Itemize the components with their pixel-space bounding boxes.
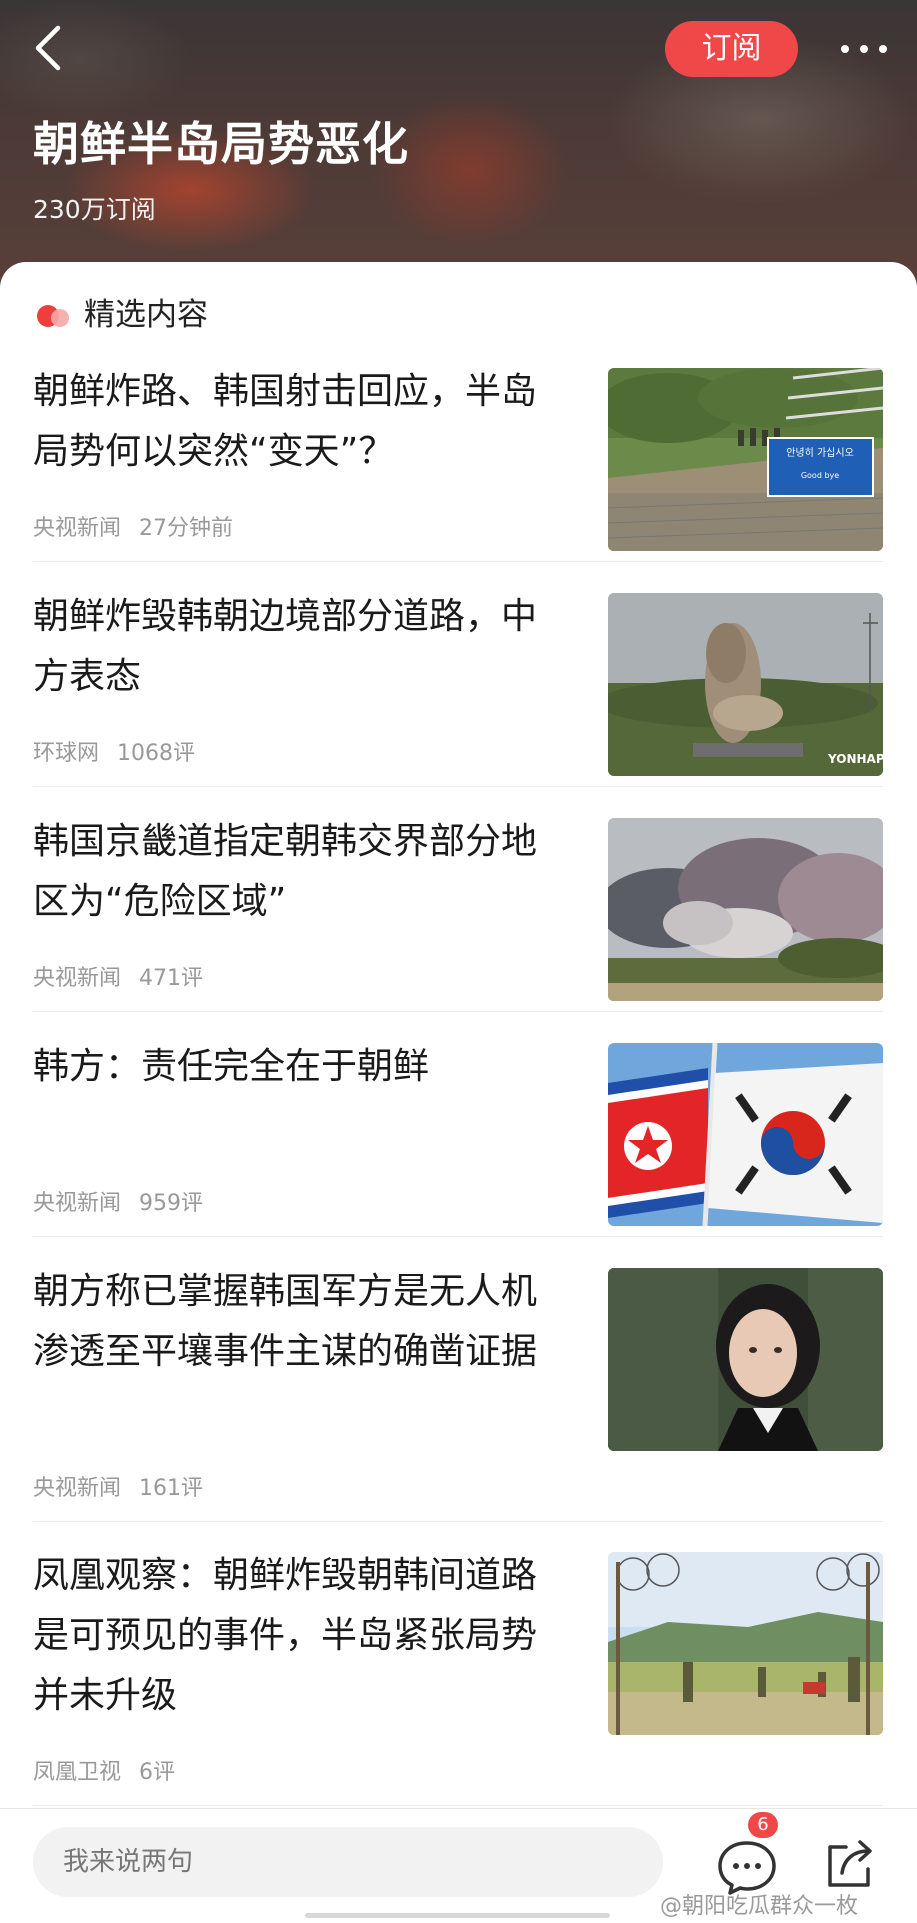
divider [33,561,883,562]
news-title[interactable]: 朝方称已掌握韩国军方是无人机渗透至平壤事件主谋的确凿证据 [33,1262,563,1382]
topic-header: 订阅 朝鲜半岛局势恶化 230万订阅 [0,0,917,300]
divider [33,1011,883,1012]
news-time: 27分钟前 [139,516,234,541]
news-comments: 1068评 [117,741,196,766]
news-comments: 471评 [139,966,204,991]
news-thumbnail[interactable]: YONHAP [608,593,883,776]
news-meta: 央视新闻 161评 [33,1470,203,1502]
home-indicator [305,1913,610,1918]
news-comments: 6评 [139,1760,176,1785]
news-source: 央视新闻 [33,1191,122,1216]
divider [33,786,883,787]
news-item[interactable]: 韩国京畿道指定朝韩交界部分地区为“危险区域” 央视新闻 471评 [0,812,917,1017]
yonhap-text: YONHAP [827,752,883,766]
divider [33,1236,883,1237]
news-title[interactable]: 凤凰观察：朝鲜炸毁朝韩间道路是可预见的事件，半岛紧张局势并未升级 [33,1546,563,1726]
watermark: @朝阳吃瓜群众一枚 [660,1894,859,1919]
news-source: 环球网 [33,741,100,766]
news-comments: 959评 [139,1191,204,1216]
sign-text: 안녕히 가십시오 [786,447,854,459]
chevron-left-icon [35,25,61,71]
border-soldiers-image [608,1552,883,1735]
news-source: 凤凰卫视 [33,1760,122,1785]
news-title[interactable]: 韩国京畿道指定朝韩交界部分地区为“危险区域” [33,812,563,932]
smoke-explosion-image [608,818,883,1001]
border-road-image: 안녕히 가십시오 Good bye [608,368,883,551]
more-button[interactable] [833,24,895,74]
share-icon [828,1840,872,1887]
news-item[interactable]: 朝方称已掌握韩国军方是无人机渗透至平壤事件主谋的确凿证据 央视新闻 161评 [0,1262,917,1527]
comment-input[interactable] [33,1827,663,1897]
content-card: 精选内容 朝鲜炸路、韩国射击回应，半岛局势何以突然“变天”？ 央视新闻 27分钟前 [0,262,917,1922]
news-item[interactable]: 凤凰观察：朝鲜炸毁朝韩间道路是可预见的事件，半岛紧张局势并未升级 凤凰卫视 6评 [0,1546,917,1811]
subscriber-count: 230万订阅 [33,195,156,224]
news-meta: 央视新闻 959评 [33,1185,203,1217]
news-meta: 央视新闻 471评 [33,960,203,992]
news-thumbnail[interactable] [608,1552,883,1735]
news-thumbnail[interactable] [608,1043,883,1226]
news-title[interactable]: 朝鲜炸毁韩朝边境部分道路，中方表态 [33,587,563,707]
divider [33,1805,883,1806]
news-thumbnail[interactable]: 안녕히 가십시오 Good bye [608,368,883,551]
news-meta: 央视新闻 27分钟前 [33,510,233,542]
back-button[interactable] [22,20,78,76]
news-source: 央视新闻 [33,516,122,541]
news-item[interactable]: 朝鲜炸毁韩朝边境部分道路，中方表态 环球网 1068评 YONHAP [0,587,917,792]
flags-image [608,1043,883,1226]
news-title[interactable]: 朝鲜炸路、韩国射击回应，半岛局势何以突然“变天”？ [33,362,563,482]
news-thumbnail[interactable] [608,1268,883,1451]
more-horizontal-icon [841,45,887,53]
road-explosion-image: YONHAP [608,593,883,776]
comment-count-badge: 6 [748,1812,778,1838]
featured-dots-icon [37,305,69,327]
portrait-image [608,1268,883,1451]
news-item[interactable]: 朝鲜炸路、韩国射击回应，半岛局势何以突然“变天”？ 央视新闻 27分钟前 안녕히… [0,362,917,567]
news-thumbnail[interactable] [608,818,883,1001]
divider [33,1521,883,1522]
news-comments: 161评 [139,1476,204,1501]
page-title: 朝鲜半岛局势恶化 [33,117,409,171]
news-source: 央视新闻 [33,966,122,991]
news-title[interactable]: 韩方：责任完全在于朝鲜 [33,1037,563,1097]
news-item[interactable]: 韩方：责任完全在于朝鲜 央视新闻 959评 [0,1037,917,1242]
news-source: 央视新闻 [33,1476,122,1501]
sign-text: Good bye [801,471,839,480]
subscribe-button[interactable]: 订阅 [665,21,798,77]
share-button[interactable] [820,1831,880,1895]
news-meta: 环球网 1068评 [33,735,195,767]
news-meta: 凤凰卫视 6评 [33,1754,175,1786]
section-title: 精选内容 [84,297,208,333]
